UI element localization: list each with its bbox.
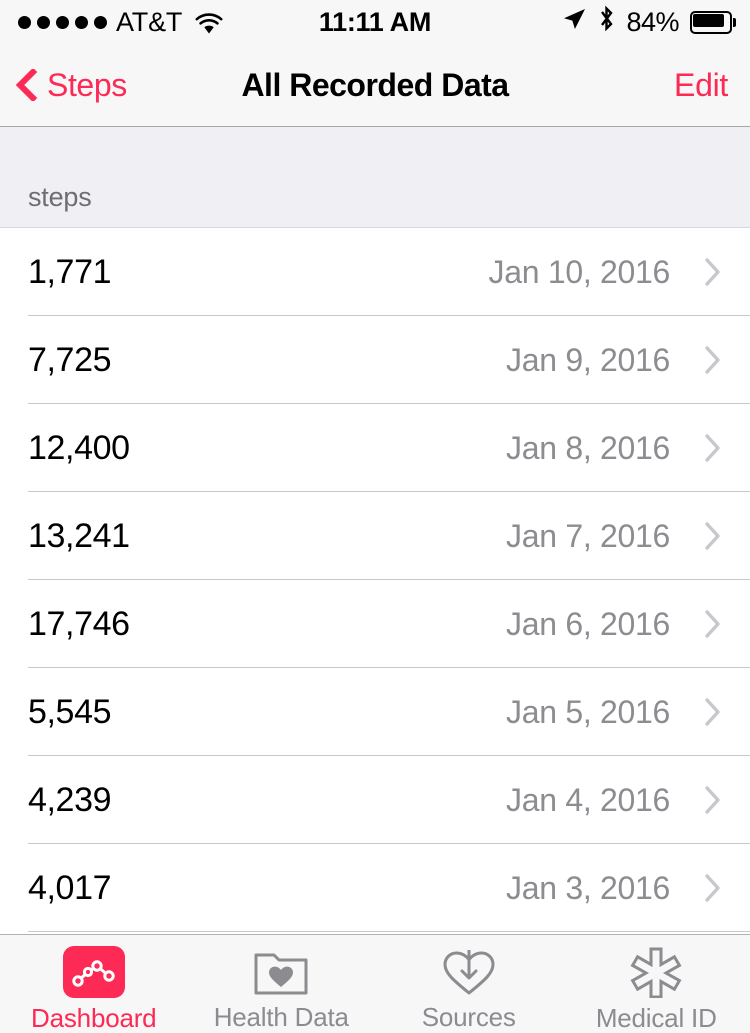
bluetooth-icon	[598, 5, 615, 39]
row-value: 7,725	[28, 340, 112, 379]
tab-sources[interactable]: Sources	[375, 935, 563, 1033]
section-header: steps	[0, 127, 750, 228]
row-value: 12,400	[28, 428, 130, 467]
tab-health-data[interactable]: Health Data	[188, 935, 376, 1033]
table-row[interactable]: 7,725 Jan 9, 2016	[0, 316, 750, 404]
row-date: Jan 6, 2016	[506, 605, 670, 642]
row-date: Jan 5, 2016	[506, 693, 670, 730]
tab-medical-id[interactable]: Medical ID	[563, 935, 750, 1033]
row-value: 4,017	[28, 868, 112, 907]
chevron-right-icon	[704, 257, 722, 287]
edit-button[interactable]: Edit	[674, 44, 728, 126]
recorded-data-list[interactable]: steps 1,771 Jan 10, 2016 7,725 Jan 9, 2016 1…	[0, 127, 750, 934]
table-body: 1,771 Jan 10, 2016 7,725 Jan 9, 2016 12,400 J…	[0, 228, 750, 934]
row-value: 4,239	[28, 780, 112, 819]
table-row[interactable]: 5,545 Jan 5, 2016	[0, 668, 750, 756]
chevron-right-icon	[704, 785, 722, 815]
table-row[interactable]: 17,746 Jan 6, 2016	[0, 580, 750, 668]
row-date: Jan 7, 2016	[506, 517, 670, 554]
dashboard-chart-icon	[62, 946, 125, 998]
folder-heart-icon	[252, 946, 310, 997]
tab-bar[interactable]: Dashboard Health Data Sources Medical ID	[0, 934, 750, 1033]
tab-dashboard[interactable]: Dashboard	[0, 935, 188, 1033]
tab-dashboard-label: Dashboard	[31, 1003, 157, 1033]
status-bar: AT&T 11:11 AM 84%	[0, 0, 750, 44]
tab-health-data-label: Health Data	[213, 1002, 349, 1032]
chevron-right-icon	[704, 521, 722, 551]
row-value: 1,771	[28, 252, 112, 291]
chevron-right-icon	[704, 697, 722, 727]
chevron-right-icon	[704, 345, 722, 375]
navigation-bar: Steps All Recorded Data Edit	[0, 44, 750, 127]
table-row[interactable]: 13,241 Jan 7, 2016	[0, 492, 750, 580]
tab-sources-label: Sources	[421, 1002, 516, 1032]
row-value: 17,746	[28, 604, 130, 643]
row-date: Jan 4, 2016	[506, 781, 670, 818]
table-row[interactable]: 4,017 Jan 3, 2016	[0, 844, 750, 932]
section-header-label: steps	[28, 182, 92, 212]
medical-asterisk-icon	[629, 946, 683, 998]
row-date: Jan 9, 2016	[506, 341, 670, 378]
chevron-right-icon	[704, 873, 722, 903]
row-date: Jan 10, 2016	[488, 253, 671, 290]
table-row[interactable]: 4,239 Jan 4, 2016	[0, 756, 750, 844]
heart-download-icon	[441, 946, 497, 997]
page-title: All Recorded Data	[241, 66, 509, 103]
table-row[interactable]: 1,771 Jan 10, 2016	[0, 228, 750, 316]
status-bar-right: 84%	[561, 0, 736, 44]
chevron-right-icon	[704, 433, 722, 463]
tab-medical-id-label: Medical ID	[595, 1003, 717, 1033]
chevron-right-icon	[704, 609, 722, 639]
row-date: Jan 8, 2016	[506, 429, 670, 466]
table-row[interactable]: 12,400 Jan 8, 2016	[0, 404, 750, 492]
app-screen: AT&T 11:11 AM 84% Steps All Recorded Dat…	[0, 0, 750, 1033]
row-value: 5,545	[28, 692, 112, 731]
battery-icon	[690, 10, 736, 34]
row-date: Jan 3, 2016	[506, 869, 670, 906]
battery-percentage-label: 84%	[626, 6, 679, 37]
location-arrow-icon	[561, 6, 587, 39]
row-value: 13,241	[28, 516, 130, 555]
